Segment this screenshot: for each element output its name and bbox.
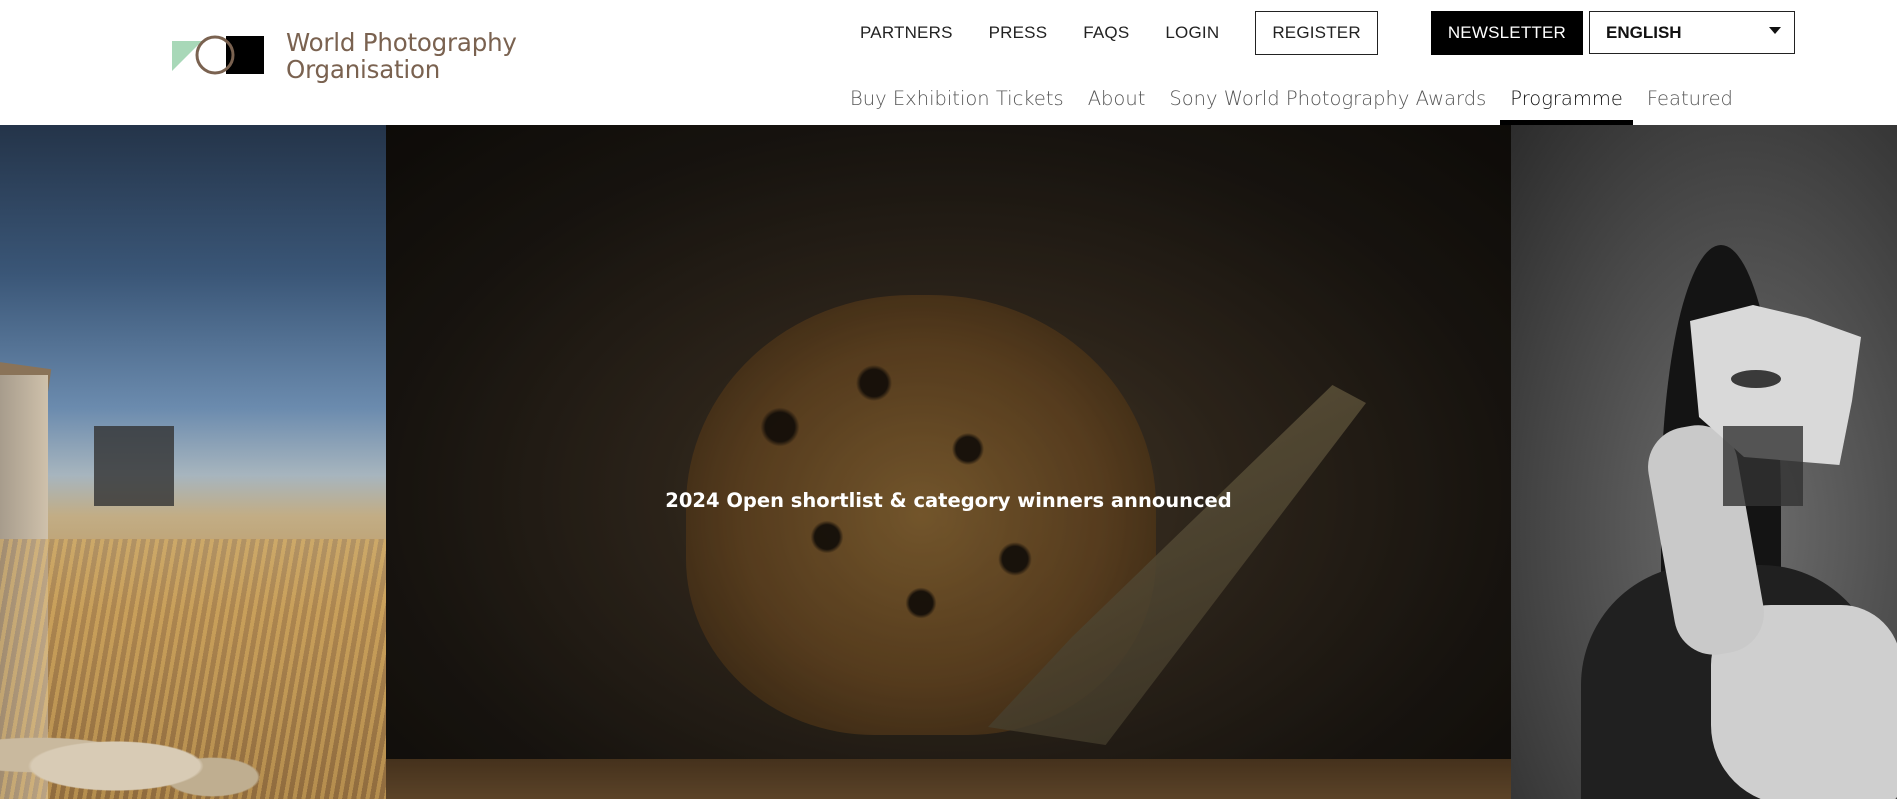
register-button[interactable]: REGISTER xyxy=(1255,10,1378,55)
rocks xyxy=(0,689,386,799)
site-logo[interactable]: World Photography Organisation xyxy=(172,29,517,83)
hero-caption[interactable]: 2024 Open shortlist & category winners a… xyxy=(386,489,1511,512)
site-header: World Photography Organisation PARTNERS … xyxy=(0,0,1897,125)
brand-name-line2: Organisation xyxy=(286,55,441,84)
login-link[interactable]: LOGIN xyxy=(1165,23,1219,43)
press-link[interactable]: PRESS xyxy=(989,23,1048,43)
partners-link[interactable]: PARTNERS xyxy=(860,23,953,43)
portrait-eye xyxy=(1731,370,1781,388)
carousel-next-button[interactable] xyxy=(1723,426,1803,506)
brand-name-line1: World Photography xyxy=(286,28,517,57)
carousel-slide-next[interactable] xyxy=(1511,125,1897,799)
newsletter-button[interactable]: NEWSLETTER xyxy=(1430,10,1584,55)
image-overlay xyxy=(386,125,1511,799)
main-nav: Buy Exhibition Tickets About Sony World … xyxy=(840,75,1747,125)
wpo-logo-icon xyxy=(172,35,264,75)
carousel-slide-previous[interactable] xyxy=(0,125,386,799)
nav-item-buy-exhibition-tickets[interactable]: Buy Exhibition Tickets xyxy=(840,75,1074,125)
nav-item-sony-world-photography-awards[interactable]: Sony World Photography Awards xyxy=(1159,75,1496,125)
utility-nav: PARTNERS PRESS FAQS LOGIN REGISTER NEWSL… xyxy=(860,10,1796,55)
chevron-down-icon xyxy=(1769,26,1782,34)
faqs-link[interactable]: FAQS xyxy=(1083,23,1129,43)
carousel-slide-current[interactable] xyxy=(386,125,1511,799)
nav-item-programme[interactable]: Programme xyxy=(1500,75,1633,125)
language-select[interactable]: ENGLISH xyxy=(1589,11,1796,54)
hero-carousel: 2024 Open shortlist & category winners a… xyxy=(0,125,1897,799)
language-selected-value: ENGLISH xyxy=(1606,22,1682,42)
nav-item-about[interactable]: About xyxy=(1078,75,1156,125)
carousel-prev-button[interactable] xyxy=(94,426,174,506)
nav-item-featured[interactable]: Featured xyxy=(1637,75,1743,125)
brand-name: World Photography Organisation xyxy=(286,29,517,83)
